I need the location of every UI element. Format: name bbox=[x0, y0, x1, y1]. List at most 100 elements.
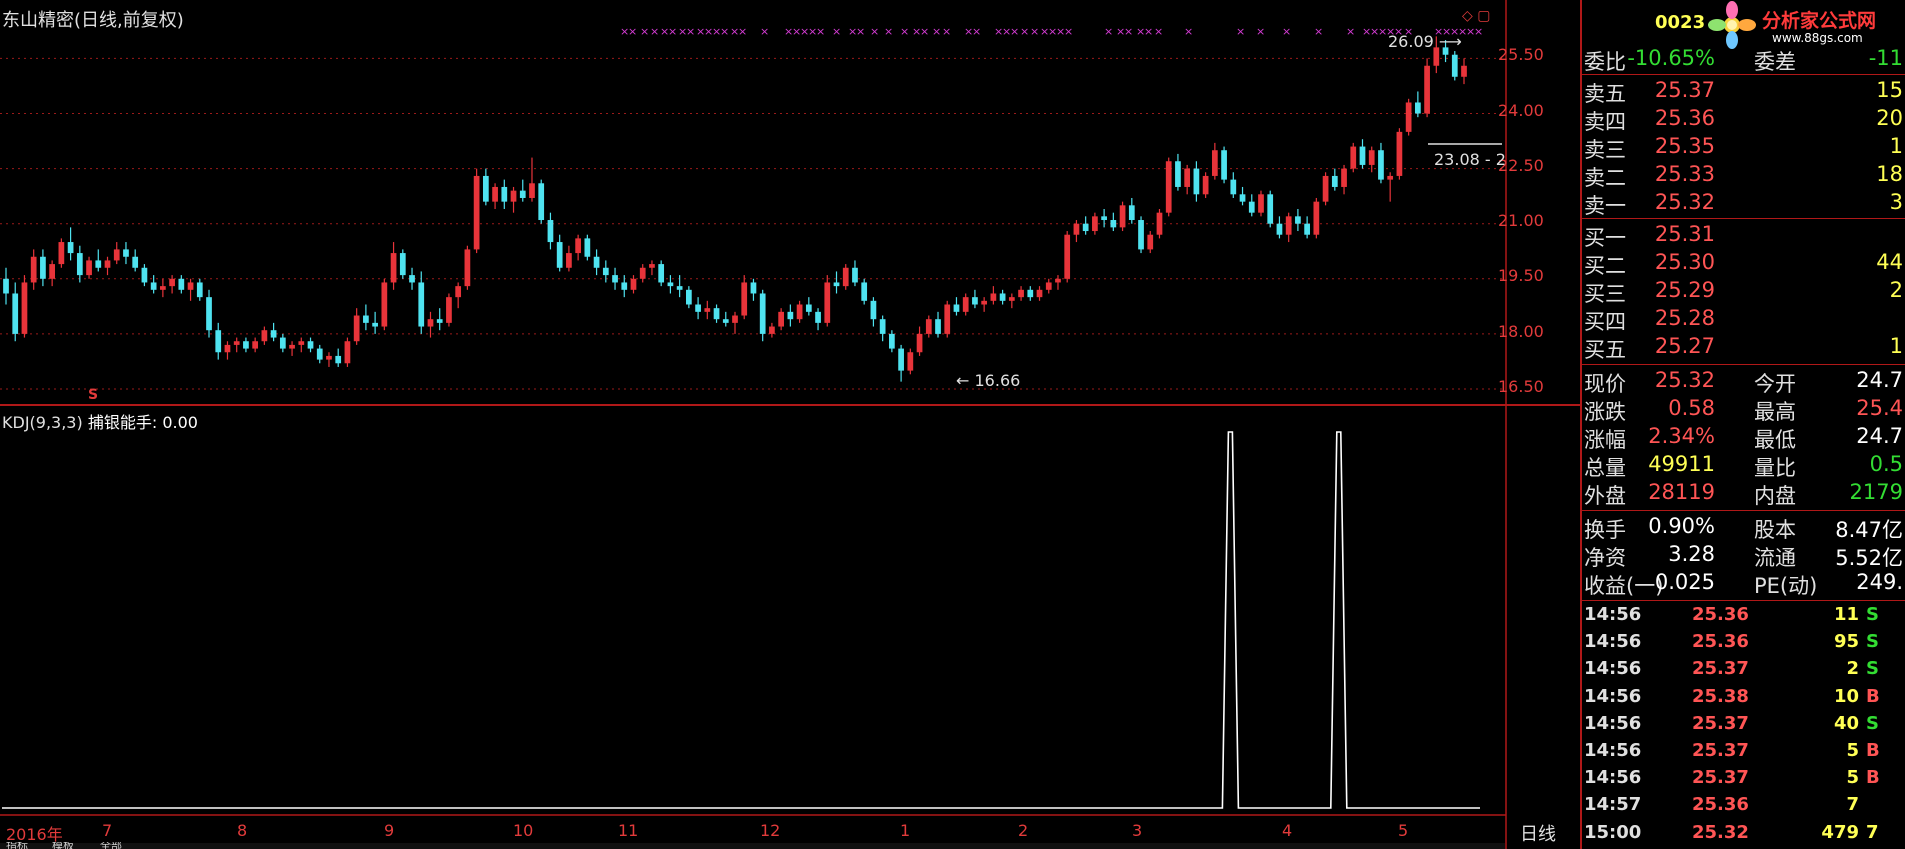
candle-body bbox=[1184, 168, 1191, 187]
bid-label: 买二 bbox=[1584, 254, 1626, 278]
fundamental-row: 净资 3.28 流通 5.52亿 bbox=[1584, 542, 1905, 570]
candle-body bbox=[1350, 146, 1357, 169]
tick-row: 14:56 25.37 40 S bbox=[1584, 713, 1905, 739]
tick-volume: 11 bbox=[1833, 604, 1859, 625]
ask-row: 卖四 25.36 20 bbox=[1584, 106, 1905, 134]
candle-body bbox=[1267, 194, 1274, 224]
signal-x-mark: × bbox=[920, 25, 929, 38]
price-tick: 21.00 bbox=[1498, 211, 1544, 230]
tick-time: 14:56 bbox=[1584, 604, 1642, 625]
bid-price: 25.27 bbox=[1654, 334, 1715, 358]
candle-body bbox=[538, 183, 545, 221]
chart-canvas[interactable]: ×× × × ×× ×× ×××× ×× × ××××× × ×× × × × ×× × × ×× ××× × × ×××… bbox=[0, 0, 1580, 849]
candle-body bbox=[584, 238, 591, 257]
chart-title: 东山精密(日线,前复权) bbox=[2, 10, 184, 31]
bid-price: 25.29 bbox=[1654, 278, 1715, 302]
signal-x-mark: × bbox=[832, 25, 841, 38]
site-logo: 分析家公式网 www.88gs.com bbox=[1700, 0, 1905, 50]
candle-body bbox=[1165, 161, 1172, 213]
candle-body bbox=[1045, 282, 1052, 290]
chart-corner-icons[interactable]: ◇ ▢ bbox=[1462, 8, 1490, 24]
candle-body bbox=[243, 341, 249, 349]
candle-body bbox=[547, 220, 554, 243]
fundamental-label: 股本 bbox=[1754, 518, 1796, 542]
signal-x-mark: × bbox=[1474, 25, 1483, 38]
candle-body bbox=[492, 186, 498, 202]
candle-body bbox=[344, 341, 351, 364]
month-label: 5 bbox=[1398, 821, 1409, 840]
order-diff-label: 委差 bbox=[1754, 50, 1796, 74]
tick-side: B bbox=[1866, 685, 1880, 707]
candle-body bbox=[695, 304, 701, 312]
price-tick: 16.50 bbox=[1498, 377, 1544, 396]
candle-body bbox=[575, 238, 581, 254]
fundamental-label: 换手 bbox=[1584, 518, 1626, 542]
candle-body bbox=[1396, 131, 1403, 176]
kdj-signal-line bbox=[2, 431, 1480, 809]
candle-body bbox=[1027, 289, 1034, 298]
candle-body bbox=[1405, 102, 1412, 132]
quote-value: 2179 bbox=[1849, 480, 1903, 504]
bid-row: 买四 25.28 bbox=[1584, 306, 1905, 334]
tick-time: 15:00 bbox=[1584, 821, 1642, 843]
candle-body bbox=[233, 341, 240, 345]
quote-value: 49911 bbox=[1648, 452, 1715, 476]
signal-x-mark: × bbox=[1282, 25, 1291, 38]
candle-body bbox=[676, 286, 683, 290]
month-label: 10 bbox=[513, 821, 534, 840]
tab-indicator[interactable]: 指标 bbox=[6, 842, 28, 849]
signal-x-mark: × bbox=[884, 25, 893, 38]
candle-body bbox=[1008, 297, 1015, 301]
quote-panel: 委比 -10.65% 委差 -11 卖五 25.37 15 卖四 25.36 2… bbox=[1580, 0, 1905, 849]
bottom-tab-bar bbox=[0, 843, 1505, 849]
candle-body bbox=[1295, 216, 1301, 224]
candle-body bbox=[104, 260, 111, 268]
bid-price: 25.30 bbox=[1654, 250, 1715, 274]
candle-body bbox=[769, 326, 775, 334]
ask-label: 卖二 bbox=[1584, 166, 1626, 190]
tick-volume: 5 bbox=[1846, 767, 1859, 789]
period-label[interactable]: 日线 bbox=[1520, 820, 1556, 846]
ask-row: 卖五 25.37 15 bbox=[1584, 78, 1905, 106]
logo-text: 分析家公式网 bbox=[1762, 10, 1877, 32]
candle-body bbox=[132, 256, 139, 268]
candle-body bbox=[1248, 201, 1255, 213]
tick-price: 25.37 bbox=[1692, 658, 1749, 680]
bid-label: 买四 bbox=[1584, 310, 1626, 334]
candle-body bbox=[390, 253, 397, 283]
signal-x-mark: × bbox=[1010, 25, 1019, 38]
candle-body bbox=[1064, 234, 1071, 279]
quote-value: 25.4 bbox=[1856, 396, 1903, 420]
candle-body bbox=[1138, 220, 1144, 250]
ask-label: 卖一 bbox=[1584, 194, 1626, 218]
month-label: 2 bbox=[1018, 821, 1029, 840]
candle-body bbox=[187, 282, 194, 290]
candle-body bbox=[898, 348, 904, 371]
ask-row: 卖二 25.33 18 bbox=[1584, 162, 1905, 190]
kline-chart-area[interactable]: × × × × × × × × × × × × × × × × × × × × × × × × × × × × × × × × × × × × × × × ×… bbox=[0, 0, 1580, 849]
candle-body bbox=[916, 333, 923, 353]
candle-body bbox=[981, 300, 988, 305]
quote-label: 今开 bbox=[1754, 372, 1796, 396]
candle-body bbox=[750, 282, 757, 294]
quote-label: 最高 bbox=[1754, 400, 1796, 424]
candle-body bbox=[169, 278, 175, 287]
candle-body bbox=[399, 253, 406, 276]
quote-label: 量比 bbox=[1754, 456, 1796, 480]
tab-template[interactable]: 模板 bbox=[52, 842, 74, 849]
candle-body bbox=[1341, 168, 1347, 187]
ask-price: 25.35 bbox=[1654, 134, 1715, 158]
quote-label: 总量 bbox=[1584, 456, 1626, 480]
candle-body bbox=[1110, 220, 1117, 228]
tick-time: 14:57 bbox=[1584, 794, 1642, 816]
tick-volume: 10 bbox=[1833, 685, 1859, 707]
candle-body bbox=[206, 297, 212, 331]
candle-body bbox=[944, 304, 951, 334]
candle-body bbox=[778, 311, 784, 327]
tab-all[interactable]: 全部 bbox=[100, 842, 122, 849]
ask-volume: 1 bbox=[1889, 134, 1903, 158]
candle-body bbox=[141, 267, 148, 283]
candle-body bbox=[381, 282, 388, 327]
ask-volume: 18 bbox=[1876, 162, 1903, 186]
candle-body bbox=[907, 352, 914, 371]
